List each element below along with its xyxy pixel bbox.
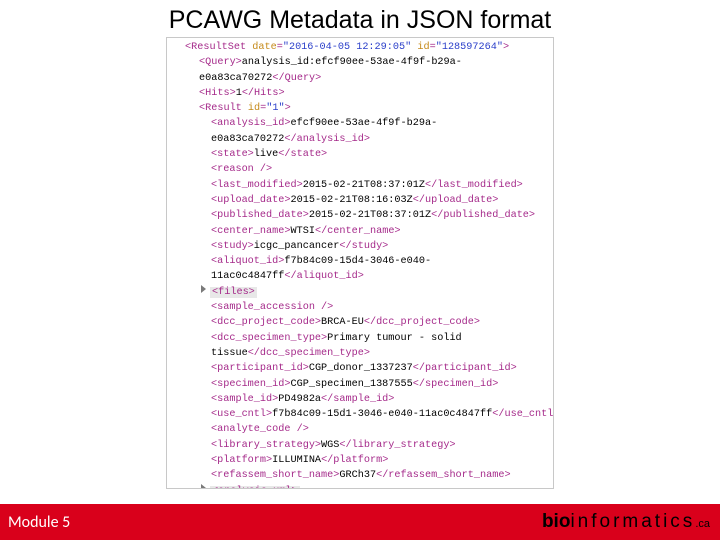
dccspec-close: </dcc_specimen_type> — [248, 348, 370, 359]
lastmod-open: <last_modified> — [211, 180, 303, 191]
result-open-tag: <Result id="1"> — [199, 103, 291, 114]
expand-triangle-icon[interactable] — [201, 285, 206, 293]
files-collapsed[interactable]: <files> — [212, 287, 255, 298]
query-text: analysis_id:efcf90ee-53ae-4f9f-b29a- — [242, 57, 462, 68]
published-open: <published_date> — [211, 210, 309, 221]
hits-open: <Hits> — [199, 88, 236, 99]
published-close: </published_date> — [431, 210, 535, 221]
dccproj-text: BRCA-EU — [321, 317, 364, 328]
analysisid-open: <analysis_id> — [211, 118, 290, 129]
slide-title: PCAWG Metadata in JSON format — [0, 0, 720, 37]
analysisxml-collapsed[interactable]: <analysis_xml> — [212, 486, 298, 489]
query-open: <Query> — [199, 57, 242, 68]
aliquot-text2: 11ac0c4847ff — [211, 271, 284, 282]
dccproj-close: </dcc_project_code> — [364, 317, 480, 328]
specimen-open: <specimen_id> — [211, 379, 290, 390]
lastmod-close: </last_modified> — [425, 180, 523, 191]
libstrat-close: </library_strategy> — [339, 440, 455, 451]
platform-close: </platform> — [321, 455, 388, 466]
sampleid-text: PD4982a — [278, 394, 321, 405]
upload-open: <upload_date> — [211, 195, 290, 206]
specimen-close: </specimen_id> — [413, 379, 499, 390]
lastmod-text: 2015-02-21T08:37:01Z — [303, 180, 425, 191]
center-open: <center_name> — [211, 226, 290, 237]
study-text: icgc_pancancer — [254, 241, 340, 252]
upload-text: 2015-02-21T08:16:03Z — [290, 195, 412, 206]
participant-text: CGP_donor_1337237 — [309, 363, 413, 374]
brand-rest: informatics — [570, 511, 695, 532]
study-close: </study> — [339, 241, 388, 252]
aliquot-text: f7b84c09-15d4-3046-e040- — [284, 256, 431, 267]
published-text: 2015-02-21T08:37:01Z — [309, 210, 431, 221]
participant-open: <participant_id> — [211, 363, 309, 374]
query-text-line2: e0a83ca70272 — [199, 73, 272, 84]
usecntl-open: <use_cntl> — [211, 409, 272, 420]
dccspec-text2: tissue — [211, 348, 248, 359]
analyte-self: <analyte_code /> — [211, 424, 309, 435]
specimen-text: CGP_specimen_1387555 — [290, 379, 412, 390]
resultset-open-tag: <ResultSet date="2016-04-05 12:29:05" id… — [185, 42, 509, 53]
hits-close: </Hits> — [242, 88, 285, 99]
brand-suffix: .ca — [695, 518, 710, 530]
dccproj-open: <dcc_project_code> — [211, 317, 321, 328]
libstrat-text: WGS — [321, 440, 339, 451]
brand-bold: bio — [542, 511, 571, 532]
sample-accession-self: <sample_accession /> — [211, 302, 333, 313]
state-open: <state> — [211, 149, 254, 160]
analysisid-text: efcf90ee-53ae-4f9f-b29a- — [290, 118, 437, 129]
sampleid-close: </sample_id> — [321, 394, 394, 405]
refassem-text: GRCh37 — [339, 470, 376, 481]
libstrat-open: <library_strategy> — [211, 440, 321, 451]
module-label: Module 5 — [8, 513, 70, 532]
usecntl-close: </use_cntl> — [492, 409, 554, 420]
center-close: </center_name> — [315, 226, 401, 237]
reason-self: <reason /> — [211, 164, 272, 175]
brand-logo: bioinformatics.ca — [542, 511, 710, 533]
sampleid-open: <sample_id> — [211, 394, 278, 405]
refassem-open: <refassem_short_name> — [211, 470, 339, 481]
participant-close: </participant_id> — [413, 363, 517, 374]
usecntl-text: f7b84c09-15d1-3046-e040-11ac0c4847ff — [272, 409, 492, 420]
aliquot-open: <aliquot_id> — [211, 256, 284, 267]
footer-bar: Module 5 bioinformatics.ca — [0, 504, 720, 540]
dccspec-text: Primary tumour - solid — [327, 333, 462, 344]
dccspec-open: <dcc_specimen_type> — [211, 333, 327, 344]
xml-viewer: <ResultSet date="2016-04-05 12:29:05" id… — [166, 37, 554, 489]
upload-close: </upload_date> — [413, 195, 499, 206]
platform-text: ILLUMINA — [272, 455, 321, 466]
refassem-close: </refassem_short_name> — [376, 470, 511, 481]
platform-open: <platform> — [211, 455, 272, 466]
study-open: <study> — [211, 241, 254, 252]
analysisid-text2: e0a83ca70272 — [211, 134, 284, 145]
aliquot-close: </aliquot_id> — [284, 271, 363, 282]
state-close: </state> — [278, 149, 327, 160]
expand-triangle-icon[interactable] — [201, 484, 206, 489]
state-text: live — [254, 149, 278, 160]
center-text: WTSI — [290, 226, 314, 237]
analysisid-close: </analysis_id> — [284, 134, 370, 145]
query-close: </Query> — [272, 73, 321, 84]
